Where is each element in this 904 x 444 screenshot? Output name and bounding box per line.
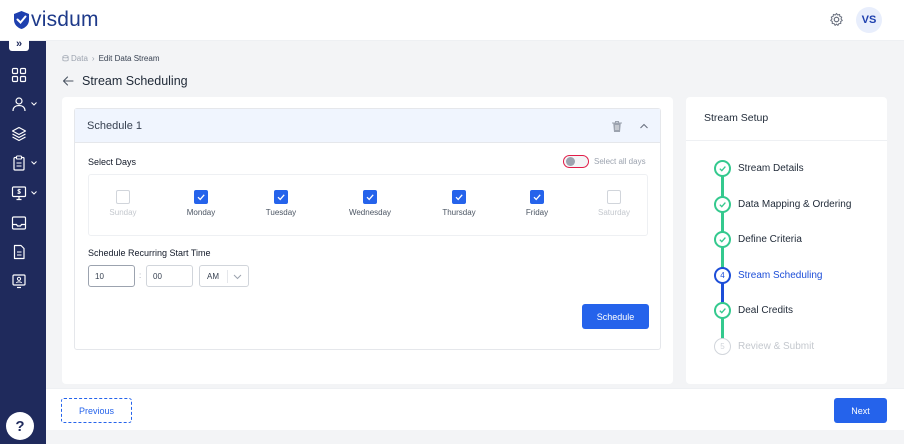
breadcrumb-root[interactable]: Data [62,54,88,63]
database-icon [62,55,69,62]
chevron-down-icon[interactable] [30,189,38,197]
day-label: Friday [525,208,549,217]
select-days-label: Select Days [88,157,137,167]
layers-icon[interactable] [11,126,27,142]
day-tuesday[interactable]: Tuesday [246,190,316,217]
wednesday-checkbox[interactable] [363,190,377,204]
dashboard-grid-icon[interactable] [11,67,27,83]
select-all-toggle[interactable] [563,155,589,168]
footer-bar: Previous Next [46,388,904,430]
step-pending-number: 5 [714,338,731,355]
step-stream-details[interactable]: Stream Details [738,163,804,174]
checkmark-icon [277,194,285,201]
day-label: Monday [186,208,216,217]
select-all-label: Select all days [594,157,646,166]
checkmark-icon [197,194,205,201]
logo-text: visdum [31,8,99,31]
chevron-down-icon[interactable] [233,273,242,280]
minute-input[interactable]: 00 [146,265,193,287]
schedule-button[interactable]: Schedule [582,304,649,329]
schedule-panel: Schedule 1 Select Days Select all days S… [74,108,661,350]
breadcrumb-separator-icon: › [91,54,95,63]
day-monday[interactable]: Monday [166,190,236,217]
day-wednesday[interactable]: Wednesday [335,190,405,217]
step-stream-scheduling[interactable]: Stream Scheduling [738,270,823,281]
previous-button[interactable]: Previous [61,398,132,423]
day-saturday[interactable]: Saturday [579,190,649,217]
monday-checkbox[interactable] [194,190,208,204]
gear-icon[interactable] [829,12,844,27]
trash-icon[interactable] [611,120,623,133]
checkmark-icon [533,194,541,201]
top-header: visdum VS [0,0,904,41]
day-label: Sunday [109,208,137,217]
step-complete-check-icon [714,302,731,319]
user-avatar[interactable]: VS [856,7,882,33]
breadcrumb: Data › Edit Data Stream [62,54,160,63]
chevron-down-icon[interactable] [30,100,38,108]
clipboard-icon[interactable] [11,155,27,171]
inbox-icon[interactable] [11,215,27,231]
document-icon[interactable] [11,244,27,260]
thursday-checkbox[interactable] [452,190,466,204]
divider [686,140,887,141]
start-time-label: Schedule Recurring Start Time [88,248,211,258]
day-label: Saturday [597,208,631,217]
page-title: Stream Scheduling [82,74,188,88]
day-label: Thursday [442,208,476,217]
saturday-checkbox[interactable] [607,190,621,204]
select-divider [227,270,228,283]
time-separator: : [139,271,142,280]
schedule-title: Schedule 1 [87,120,143,132]
expand-rail-button[interactable]: » [9,37,29,51]
checkmark-icon [455,194,463,201]
schedule-panel-header[interactable]: Schedule 1 [75,109,660,143]
day-label: Wednesday [348,208,392,217]
app-logo[interactable]: visdum [13,9,99,31]
next-button[interactable]: Next [834,398,887,423]
step-complete-check-icon [714,196,731,213]
ampm-select[interactable]: AM [199,265,249,287]
left-nav-rail: » ? [0,37,46,444]
user-icon[interactable] [11,96,27,112]
schedule-card: Schedule 1 Select Days Select all days S… [62,97,673,384]
chevron-up-icon[interactable] [639,122,649,130]
tuesday-checkbox[interactable] [274,190,288,204]
day-thursday[interactable]: Thursday [424,190,494,217]
toggle-knob [566,157,575,166]
step-data-mapping[interactable]: Data Mapping & Ordering [738,199,851,210]
day-sunday[interactable]: Sunday [88,190,158,217]
ampm-value: AM [207,272,219,281]
sunday-checkbox[interactable] [116,190,130,204]
day-friday[interactable]: Friday [502,190,572,217]
stream-setup-title: Stream Setup [704,112,769,124]
checkmark-icon [366,194,374,201]
presentation-user-icon[interactable] [11,273,27,289]
breadcrumb-current: Edit Data Stream [98,54,160,63]
step-review-submit: Review & Submit [738,341,815,352]
days-selector: Sunday Monday Tuesday Wednesday Thursday… [88,174,648,236]
page-title-row: Stream Scheduling [62,74,188,88]
step-current-number: 4 [714,267,731,284]
stream-setup-panel: Stream Setup Stream Details Data Mapping… [686,97,887,384]
step-complete-check-icon [714,160,731,177]
shield-logo-icon [14,11,29,29]
back-arrow-icon[interactable] [62,75,74,87]
chevron-down-icon[interactable] [30,159,38,167]
step-complete-check-icon [714,231,731,248]
monitor-dollar-icon[interactable] [11,185,27,201]
hour-input[interactable]: 10 [88,265,135,287]
step-deal-credits[interactable]: Deal Credits [738,305,793,316]
friday-checkbox[interactable] [530,190,544,204]
day-label: Tuesday [265,208,297,217]
breadcrumb-root-label: Data [71,54,88,63]
step-define-criteria[interactable]: Define Criteria [738,234,802,245]
help-button[interactable]: ? [6,412,34,440]
